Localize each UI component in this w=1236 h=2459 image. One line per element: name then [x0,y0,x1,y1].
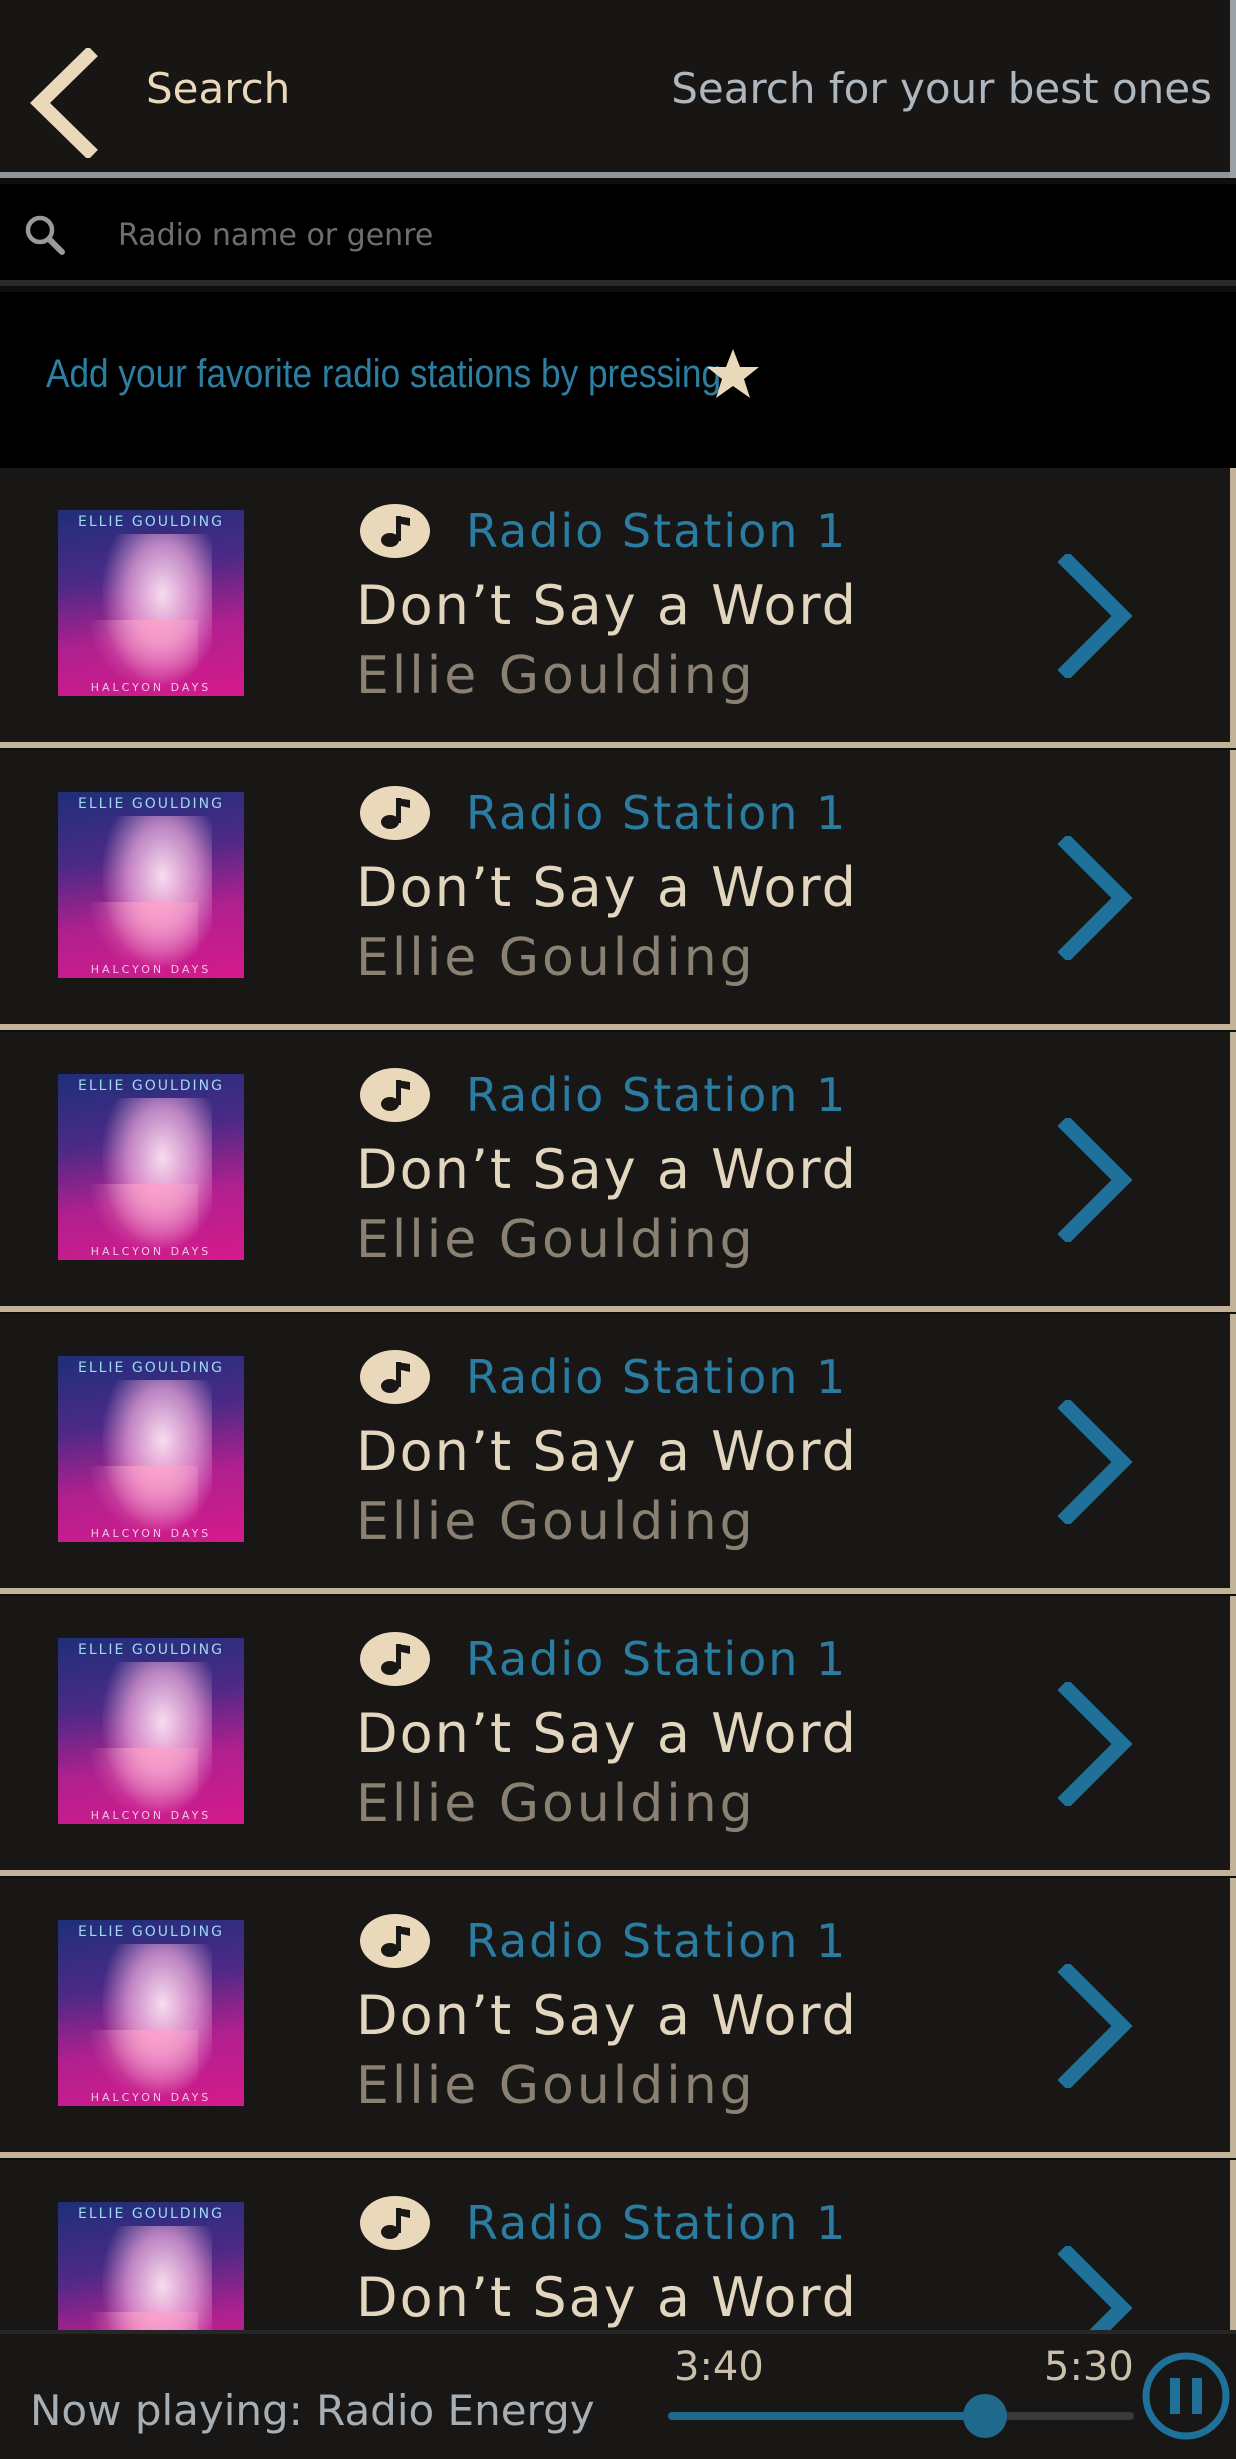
station-row[interactable]: ELLIE GOULDING HALCYON DAYS Radio Statio… [0,1596,1236,1876]
album-art: ELLIE GOULDING HALCYON DAYS [58,1074,244,1260]
album-art-artist: ELLIE GOULDING [77,2206,224,2222]
album-art: ELLIE GOULDING HALCYON DAYS [58,1638,244,1824]
artist-name: Ellie Goulding [356,1492,756,1552]
song-title: Don’t Say a Word [356,1420,858,1483]
music-note-icon [360,1632,430,1686]
album-art: ELLIE GOULDING HALCYON DAYS [58,1356,244,1542]
back-chevron-icon [29,46,98,160]
music-note-icon [360,504,430,558]
song-title: Don’t Say a Word [356,1702,858,1765]
song-title: Don’t Say a Word [356,856,858,919]
album-art-artist: ELLIE GOULDING [77,1078,224,1094]
station-list[interactable]: ELLIE GOULDING HALCYON DAYS Radio Statio… [0,468,1236,2330]
album-art-hair [88,1748,198,1818]
album-art-title: HALCYON DAYS [90,1527,212,1540]
album-art-hair [88,902,198,972]
station-row[interactable]: ELLIE GOULDING HALCYON DAYS Radio Statio… [0,2160,1236,2330]
chevron-right-icon[interactable] [1058,1118,1138,1242]
page-title: Search [146,64,291,113]
album-art: ELLIE GOULDING HALCYON DAYS [58,2202,244,2330]
album-art-title: HALCYON DAYS [90,963,212,976]
chevron-right-icon[interactable] [1058,1682,1138,1806]
station-name: Radio Station 1 [466,1068,848,1122]
artist-name: Ellie Goulding [356,928,756,988]
favorites-hint: Add your favorite radio stations by pres… [0,292,1236,468]
favorites-hint-text: Add your favorite radio stations by pres… [46,352,722,396]
artist-name: Ellie Goulding [356,646,756,706]
chevron-right-icon[interactable] [1058,2246,1138,2330]
album-art-hair [88,1466,198,1536]
music-note-icon [360,2196,430,2250]
song-title: Don’t Say a Word [356,1138,858,1201]
artist-name: Ellie Goulding [356,1774,756,1834]
album-art: ELLIE GOULDING HALCYON DAYS [58,510,244,696]
album-art-artist: ELLIE GOULDING [77,514,224,530]
artist-name: Ellie Goulding [356,1210,756,1270]
music-note-icon [360,1914,430,1968]
album-art-title: HALCYON DAYS [90,2091,212,2104]
song-title: Don’t Say a Word [356,2266,858,2329]
station-row[interactable]: ELLIE GOULDING HALCYON DAYS Radio Statio… [0,1878,1236,2158]
album-art-hair [88,2312,198,2330]
album-art: ELLIE GOULDING HALCYON DAYS [58,792,244,978]
search-bar [0,184,1236,286]
album-art-artist: ELLIE GOULDING [77,1642,224,1658]
station-row[interactable]: ELLIE GOULDING HALCYON DAYS Radio Statio… [0,468,1236,748]
station-name: Radio Station 1 [466,786,848,840]
back-button[interactable] [22,46,112,160]
star-icon [707,349,759,398]
album-art-artist: ELLIE GOULDING [77,1924,224,1940]
header-edge [1230,0,1236,178]
elapsed-time: 3:40 [674,2344,764,2390]
chevron-right-icon[interactable] [1058,1964,1138,2088]
station-name: Radio Station 1 [466,2196,848,2250]
page-subtitle: Search for your best ones [671,64,1212,113]
now-playing-bar: Now playing: Radio Energy 3:40 5:30 [0,2330,1236,2459]
station-name: Radio Station 1 [466,1914,848,1968]
album-art-artist: ELLIE GOULDING [77,1360,224,1376]
album-art-title: HALCYON DAYS [90,1245,212,1258]
search-icon [25,215,65,255]
album-art-hair [88,2030,198,2100]
album-art: ELLIE GOULDING HALCYON DAYS [58,1920,244,2106]
artist-name: Ellie Goulding [356,2056,756,2116]
app-header: Search Search for your best ones [0,0,1236,178]
album-art-title: HALCYON DAYS [90,1809,212,1822]
album-art-hair [88,620,198,690]
album-art-title: HALCYON DAYS [90,681,212,694]
progress-fill [668,2412,985,2420]
station-name: Radio Station 1 [466,1350,848,1404]
chevron-right-icon[interactable] [1058,1400,1138,1524]
music-note-icon [360,786,430,840]
chevron-right-icon[interactable] [1058,554,1138,678]
station-name: Radio Station 1 [466,504,848,558]
music-note-icon [360,1350,430,1404]
station-row[interactable]: ELLIE GOULDING HALCYON DAYS Radio Statio… [0,1032,1236,1312]
total-time: 5:30 [1044,2344,1134,2390]
progress-slider[interactable] [668,2394,1134,2438]
search-input[interactable] [118,206,1198,264]
pause-icon[interactable] [1140,2350,1232,2442]
station-name: Radio Station 1 [466,1632,848,1686]
album-art-artist: ELLIE GOULDING [77,796,224,812]
song-title: Don’t Say a Word [356,574,858,637]
chevron-right-icon[interactable] [1058,836,1138,960]
album-art-hair [88,1184,198,1254]
music-note-icon [360,1068,430,1122]
song-title: Don’t Say a Word [356,1984,858,2047]
progress-thumb[interactable] [962,2394,1007,2438]
station-row[interactable]: ELLIE GOULDING HALCYON DAYS Radio Statio… [0,750,1236,1030]
now-playing-text: Now playing: Radio Energy [30,2386,595,2435]
station-row[interactable]: ELLIE GOULDING HALCYON DAYS Radio Statio… [0,1314,1236,1594]
